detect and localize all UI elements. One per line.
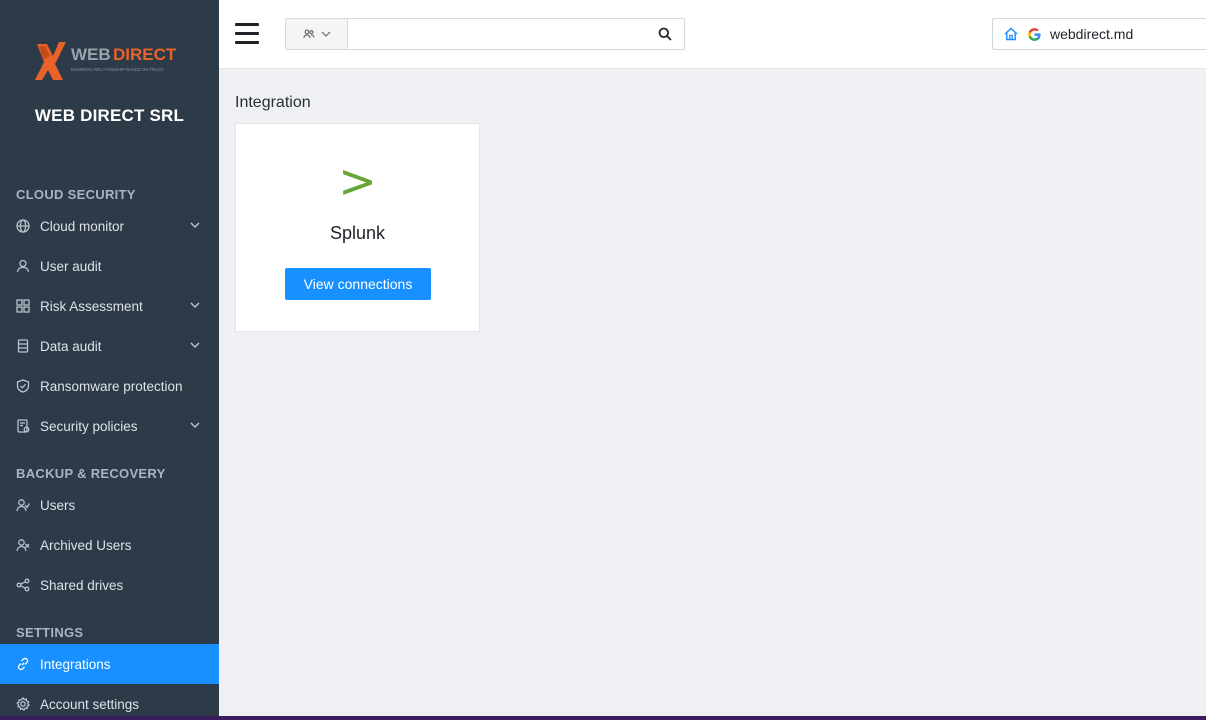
- section-settings: SETTINGS: [16, 625, 84, 640]
- home-icon: [1004, 27, 1018, 41]
- database-icon: [16, 339, 30, 353]
- link-icon: [16, 657, 30, 671]
- chevron-down-icon: [189, 299, 201, 311]
- splunk-logo-icon: >: [338, 154, 377, 208]
- sidebar-item-user-audit[interactable]: User audit: [0, 246, 219, 286]
- chevron-down-icon: [321, 31, 330, 37]
- sidebar-item-cloud-monitor[interactable]: Cloud monitor: [0, 206, 219, 246]
- sidebar-item-label: Risk Assessment: [40, 298, 143, 314]
- chevron-down-icon: [189, 419, 201, 431]
- sidebar-item-shared-drives[interactable]: Shared drives: [0, 565, 219, 605]
- section-backup-recovery: BACKUP & RECOVERY: [16, 466, 166, 481]
- view-connections-button[interactable]: View connections: [285, 268, 431, 300]
- sidebar-item-users[interactable]: Users: [0, 485, 219, 525]
- user-icon: [16, 259, 30, 273]
- sidebar-item-risk-assessment[interactable]: Risk Assessment: [0, 286, 219, 326]
- sidebar-item-ransomware-protection[interactable]: Ransomware protection: [0, 366, 219, 406]
- search-button[interactable]: [646, 19, 684, 49]
- menu-toggle-icon[interactable]: [235, 23, 259, 45]
- svg-text:WEB: WEB: [71, 45, 111, 64]
- app-window: WEB DIRECT BUSINESS RELATIONSHIP BASED O…: [0, 0, 1206, 716]
- sidebar-item-security-policies[interactable]: Security policies: [0, 406, 219, 446]
- integration-card-splunk: > Splunk View connections: [235, 123, 480, 332]
- svg-text:BUSINESS RELATIONSHIP BASED ON: BUSINESS RELATIONSHIP BASED ON TRUST: [71, 67, 164, 72]
- integration-name: Splunk: [329, 223, 386, 243]
- section-cloud-security: CLOUD SECURITY: [16, 187, 136, 202]
- page-title: Integration: [235, 94, 311, 111]
- shield-icon: [16, 379, 30, 393]
- sidebar: WEB DIRECT BUSINESS RELATIONSHIP BASED O…: [0, 0, 219, 716]
- sidebar-item-label: User audit: [40, 258, 102, 274]
- sidebar-item-label: Users: [40, 497, 76, 513]
- company-logo: WEB DIRECT BUSINESS RELATIONSHIP BASED O…: [33, 38, 187, 84]
- sidebar-item-data-audit[interactable]: Data audit: [0, 326, 219, 366]
- web-direct-logo-icon: WEB DIRECT BUSINESS RELATIONSHIP BASED O…: [35, 42, 177, 80]
- search-bar: [285, 18, 685, 50]
- top-header: webdirect.md: [219, 0, 1206, 69]
- company-name: WEB DIRECT SRL: [34, 106, 185, 125]
- sidebar-item-label: Data audit: [40, 338, 102, 354]
- search-input[interactable]: [348, 19, 646, 49]
- sidebar-item-integrations[interactable]: Integrations: [0, 644, 219, 684]
- sidebar-item-account-settings[interactable]: Account settings: [0, 684, 219, 716]
- sidebar-item-label: Archived Users: [40, 537, 132, 553]
- svg-text:DIRECT: DIRECT: [113, 45, 177, 64]
- policy-icon: [16, 419, 30, 433]
- sidebar-item-label: Ransomware protection: [40, 378, 183, 394]
- search-icon: [658, 27, 672, 41]
- globe-icon: [16, 219, 30, 233]
- sidebar-item-archived-users[interactable]: Archived Users: [0, 525, 219, 565]
- sidebar-item-label: Integrations: [40, 656, 111, 672]
- sidebar-item-label: Shared drives: [40, 577, 124, 593]
- chevron-down-icon: [189, 219, 201, 231]
- domain-text: webdirect.md: [1050, 26, 1134, 42]
- sidebar-item-label: Cloud monitor: [40, 218, 125, 234]
- users-icon: [16, 498, 30, 512]
- sidebar-item-label: Security policies: [40, 418, 138, 434]
- gear-icon: [16, 697, 30, 711]
- sidebar-item-label: Account settings: [40, 696, 140, 712]
- archived-users-icon: [16, 538, 30, 552]
- users-icon: [302, 29, 315, 39]
- search-scope-select[interactable]: [286, 19, 348, 49]
- grid-icon: [16, 299, 30, 313]
- share-icon: [16, 578, 30, 592]
- google-icon: [1028, 27, 1041, 41]
- chevron-down-icon: [189, 339, 201, 351]
- domain-selector[interactable]: webdirect.md: [992, 18, 1206, 50]
